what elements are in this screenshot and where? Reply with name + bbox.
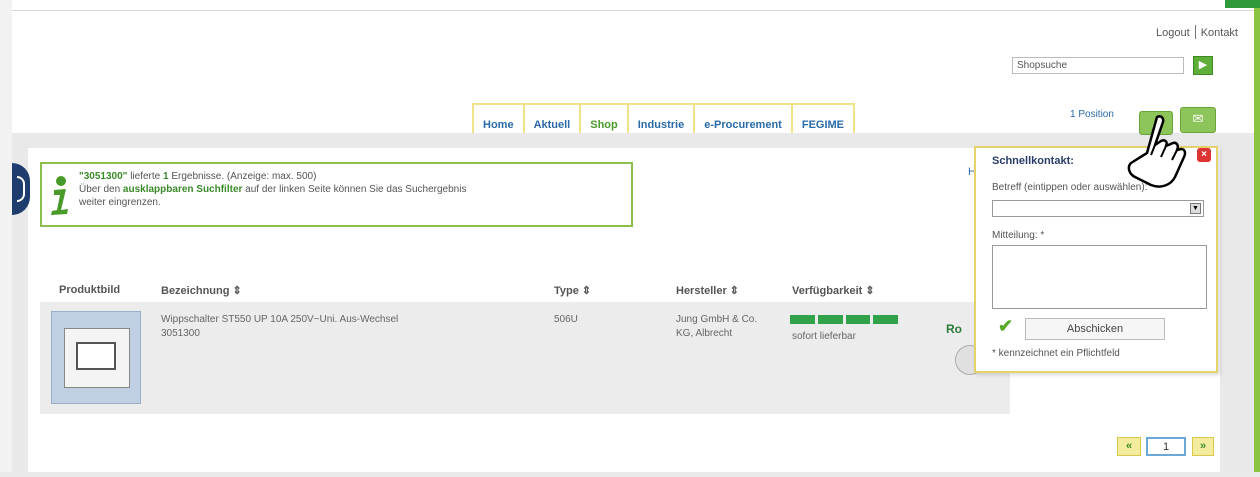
product-number: 3051300 [161,328,200,339]
info-icon [51,176,68,215]
send-button[interactable]: Abschicken [1025,318,1165,340]
col-header-type[interactable]: Type ⇕ [554,284,591,297]
bottom-frame [0,472,1260,477]
availability-segment [873,315,898,324]
close-icon[interactable]: × [1197,148,1211,162]
top-links: Logout Kontakt [1156,25,1238,39]
filter-hint-text-3: weiter eingrenzen. [79,197,161,208]
popup-title: Schnellkontakt: [992,155,1074,167]
product-maker: Jung GmbH & Co. KG, Albrecht [676,313,786,341]
availability-text: sofort lieferbar [792,331,856,342]
tab-shop[interactable]: Shop [581,105,629,133]
shop-search-input[interactable]: Shopsuche [1012,57,1184,74]
product-image[interactable] [51,311,141,404]
switch-rocker-shape [76,342,116,370]
right-frame-accent [1254,0,1260,477]
chevron-down-icon[interactable]: ▼ [1190,203,1201,214]
product-name[interactable]: Wippschalter ST550 UP 10A 250V~Uni. Aus-… [161,313,531,341]
filter-toggle-icon [17,176,25,202]
col-header-image: Produktbild [59,284,121,296]
pagination-next-button[interactable]: » [1192,437,1214,456]
link-separator [1194,25,1196,39]
checkmark-icon: ✔ [998,316,1014,336]
pagination-page-input[interactable]: 1 [1146,437,1186,456]
result-summary-line: "3051300" lieferte 1 Ergebnisse. (Anzeig… [79,170,627,183]
tab-industrie[interactable]: Industrie [629,105,696,133]
filter-hint-text: Über den [79,184,123,195]
subject-select[interactable]: ▼ [992,200,1204,217]
result-text: lieferte [127,171,163,182]
tab-home[interactable]: Home [474,105,525,133]
row-action-label[interactable]: Ro [946,322,962,336]
main-nav: Home Aktuell Shop Industrie e-Procuremen… [472,103,856,133]
col-header-maker[interactable]: Hersteller ⇕ [676,284,739,297]
maker-line1: Jung GmbH & Co. [676,314,758,325]
maker-line2: KG, Albrecht [676,328,733,339]
pagination-prev-button[interactable]: « [1117,437,1141,456]
availability-segment [817,315,843,324]
message-textarea[interactable] [992,245,1207,309]
product-name-line1: Wippschalter ST550 UP 10A 250V~Uni. Aus-… [161,314,399,325]
required-field-note: * kennzeichnet ein Pflichtfeld [992,348,1120,359]
search-go-button[interactable]: ▶ [1193,56,1213,75]
availability-segment [790,315,815,324]
tab-e-procurement[interactable]: e-Procurement [695,105,793,133]
search-result-message: "3051300" lieferte 1 Ergebnisse. (Anzeig… [79,170,627,209]
cart-position-count[interactable]: 1 Position [1070,109,1114,120]
left-frame [0,0,12,477]
tab-aktuell[interactable]: Aktuell [525,105,582,133]
tab-fegime[interactable]: FEGIME [793,105,853,133]
filter-hint-text-2: auf der linken Seite können Sie das Such… [242,184,467,195]
result-limit-text: Ergebnisse. (Anzeige: max. 500) [168,171,317,182]
arrow-right-icon: ▶ [1198,59,1208,71]
kontakt-link[interactable]: Kontakt [1201,27,1238,39]
availability-segment [845,315,871,324]
top-right-accent [1225,0,1260,8]
search-query: "3051300" [79,171,128,182]
availability-bar [790,315,898,324]
hand-cursor-icon [1127,115,1187,188]
message-label: Mitteilung: * [992,230,1045,241]
filter-hint-link[interactable]: ausklappbaren Suchfilter [123,184,242,195]
col-header-name[interactable]: Bezeichnung ⇕ [161,284,242,297]
col-header-availability[interactable]: Verfügbarkeit ⇕ [792,284,875,297]
product-type: 506U [554,314,578,325]
header-divider [12,10,1254,11]
logout-link[interactable]: Logout [1156,27,1190,39]
